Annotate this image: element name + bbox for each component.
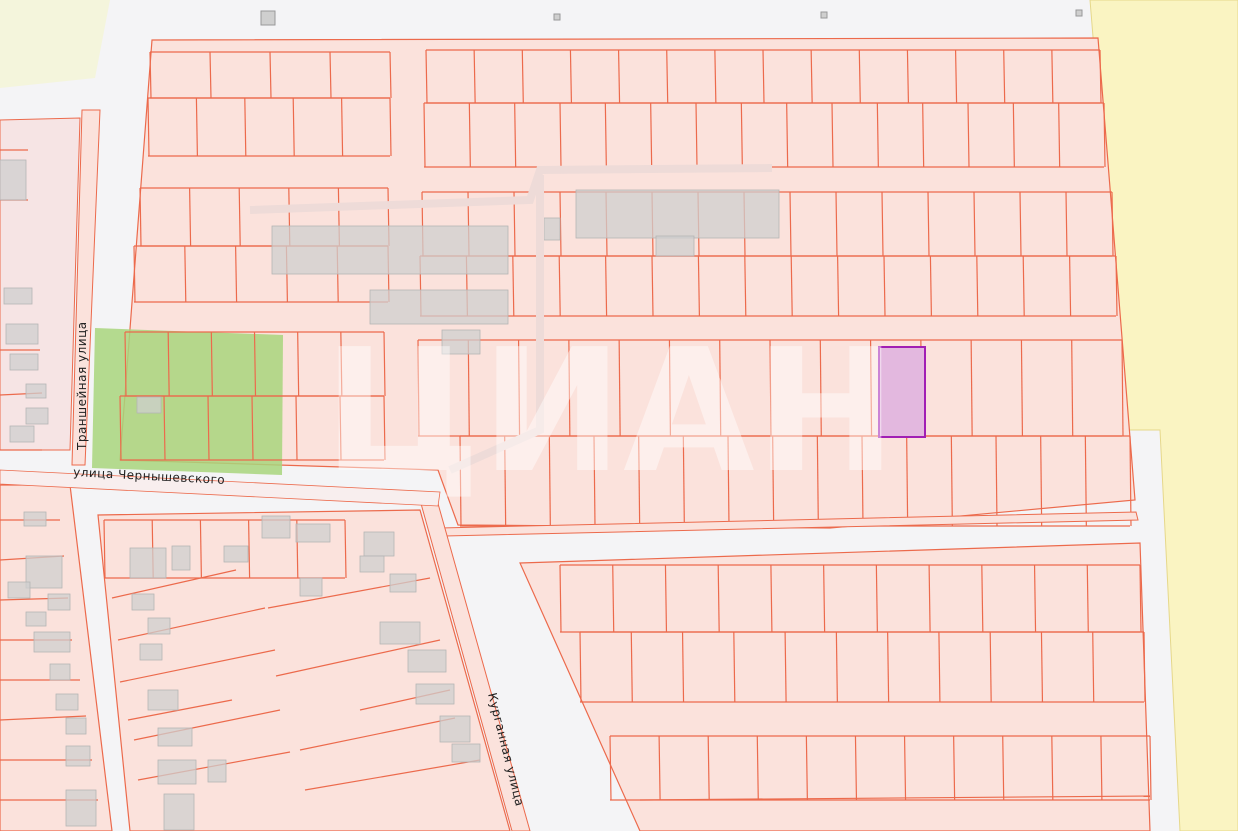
building xyxy=(47,593,71,611)
building xyxy=(25,383,47,399)
marker-4 xyxy=(1075,9,1083,17)
building xyxy=(407,649,447,673)
building xyxy=(163,793,195,831)
cadastral-map[interactable]: ЦИАН улица Чернышевского Траншейная улиц… xyxy=(0,0,1238,831)
building xyxy=(49,663,71,681)
building xyxy=(295,523,331,543)
building xyxy=(5,323,39,345)
building xyxy=(439,715,471,743)
building xyxy=(223,545,249,563)
building xyxy=(389,573,417,593)
building xyxy=(55,693,79,711)
building xyxy=(363,531,395,557)
building xyxy=(3,287,33,305)
marker-2 xyxy=(553,13,561,21)
building xyxy=(25,407,49,425)
building xyxy=(655,235,695,257)
building xyxy=(543,217,561,241)
building xyxy=(147,689,179,711)
building xyxy=(23,511,47,527)
building xyxy=(9,425,35,443)
marker-3 xyxy=(820,11,828,19)
building xyxy=(299,577,323,597)
building xyxy=(379,621,421,645)
street-label-transheynaya: Траншейная улица xyxy=(75,321,89,451)
building xyxy=(575,189,780,239)
watermark: ЦИАН xyxy=(323,313,897,511)
marker-1 xyxy=(260,10,276,26)
building xyxy=(25,611,47,627)
building xyxy=(9,353,39,371)
building xyxy=(25,555,63,589)
building xyxy=(139,643,163,661)
building xyxy=(7,581,31,599)
yellow-zone-top-left xyxy=(0,0,110,88)
building xyxy=(359,555,385,573)
building xyxy=(136,396,162,414)
building xyxy=(157,759,197,785)
building xyxy=(157,727,193,747)
building xyxy=(271,225,509,275)
building xyxy=(65,717,87,735)
building xyxy=(261,515,291,539)
building xyxy=(147,617,171,635)
building xyxy=(65,789,97,827)
building xyxy=(451,743,481,763)
building xyxy=(0,159,27,201)
building xyxy=(33,631,71,653)
building xyxy=(129,547,167,579)
building xyxy=(65,745,91,767)
building xyxy=(131,593,155,611)
building xyxy=(171,545,191,571)
building xyxy=(207,759,227,783)
building xyxy=(415,683,455,705)
